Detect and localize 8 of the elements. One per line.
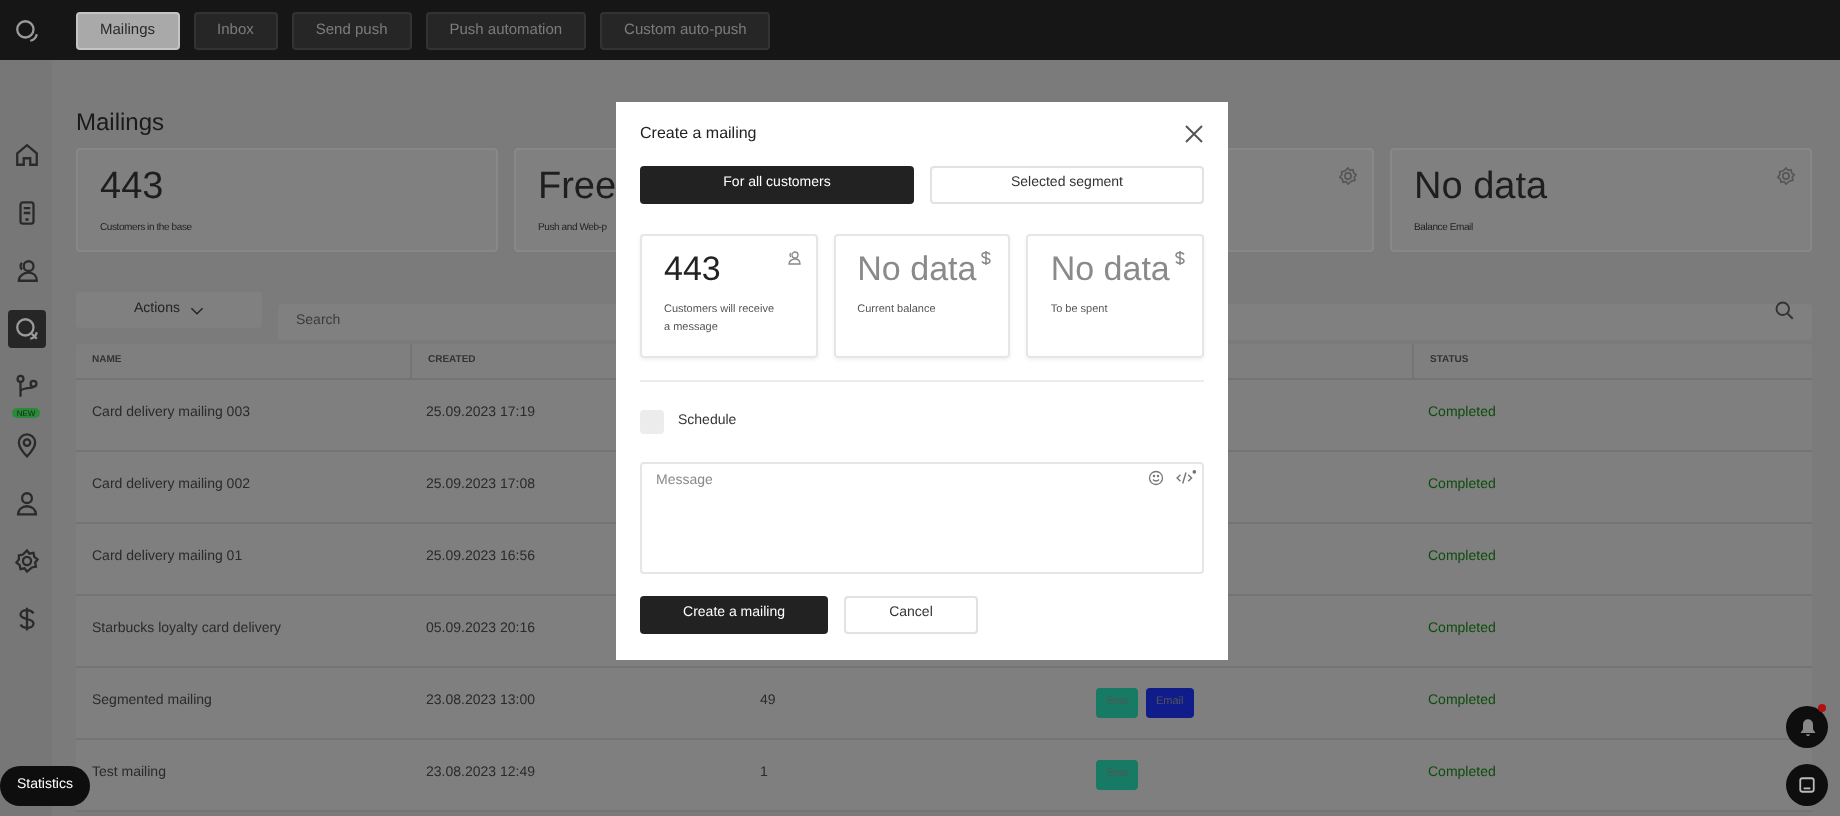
summary-value: 443 xyxy=(664,250,721,290)
summary-value: No data xyxy=(1050,250,1170,290)
stat-value: No data xyxy=(1414,166,1548,210)
stat-value: Free xyxy=(538,166,617,210)
summary-value: No data xyxy=(857,250,977,290)
page-title: Mailings xyxy=(76,106,165,140)
dialog-title: Create a mailing xyxy=(640,122,757,146)
stat-value: 443 xyxy=(100,166,164,210)
